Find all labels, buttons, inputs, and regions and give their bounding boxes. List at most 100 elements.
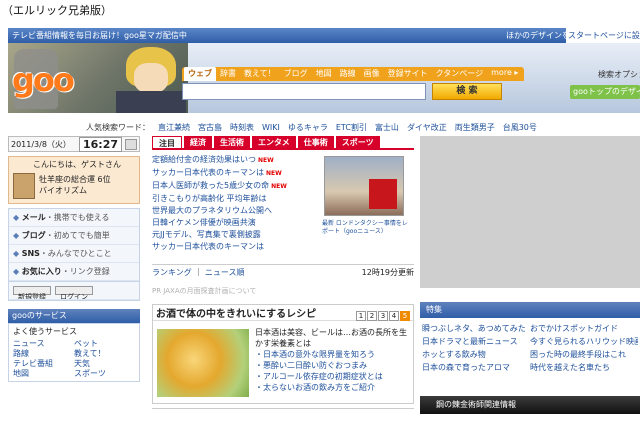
set-start-page-link[interactable]: スタートページに設定 [566,28,640,43]
popular-word[interactable]: WIKI [262,123,280,132]
popular-word[interactable]: 富士山 [375,123,399,132]
news-tab[interactable]: 経済 [184,136,212,148]
feature-header: 特集 [420,302,640,318]
favorite-service-link[interactable]: 教えて！ [74,349,135,359]
service-item[interactable]: ◆ SNS・みんなでひとこと [9,245,139,263]
service-name: メール [21,213,46,222]
news-order-link[interactable]: ニュース順 [205,268,245,277]
search-tab[interactable]: ウェブ [184,67,216,81]
news-item[interactable]: 引きこもりが高齢化 平均年齢は [152,193,320,205]
search-tab[interactable]: 路線 [336,67,360,81]
news-photo-caption[interactable]: 最新 ロンドンタクシー事情をレポート（gooニュース） [322,220,410,236]
greeting: こんにちは、ゲストさん [33,160,121,169]
feature-link[interactable]: 今すぐ見られるハリウッド映画 [530,335,638,348]
goo-logo[interactable]: goo [12,61,75,99]
recipe-link[interactable]: ・アルコール依存症の初期症状とは [255,371,413,382]
top-info-bar: テレビ番組情報を毎日お届け！goo星マガ配信中 ほかのデザインを見る gggg [8,28,640,43]
feature-link[interactable]: おでかけスポットガイド [530,322,638,335]
feature-link[interactable]: 困った時の最終手段はこれ [530,348,638,361]
recipe-lead[interactable]: 日本酒は美容、ビールは…お酒の長所を生かす栄養素とは [255,327,413,349]
news-item[interactable]: サッカー日本代表のキーマンは NEW [152,167,320,180]
favorite-service-link[interactable]: スポーツ [74,369,135,379]
search-tab[interactable]: 画像 [360,67,384,81]
news-item[interactable]: 日本人医師が救った5歳少女の命 NEW [152,180,320,193]
goo-services-header: gooのサービス [8,309,140,323]
page-number[interactable]: 2 [367,311,377,321]
news-item[interactable]: 元JJモデル、写真集で裏側披露 [152,229,320,241]
recipe-link[interactable]: ・日本酒の意外な限界量を知ろう [255,349,413,360]
news-tab[interactable]: エンタメ [252,136,296,148]
page-number[interactable]: 1 [356,311,366,321]
service-item[interactable]: ◆ メール・携帯でも使える [9,209,139,227]
service-desc: ・初めてでも簡単 [45,231,110,240]
search-tab[interactable]: more ▸ [487,67,522,81]
favorite-service-link[interactable]: ペット [74,339,135,349]
popular-word[interactable]: 台風30号 [503,123,537,132]
feature-link[interactable]: 日本ドラマと最新ニュース [422,335,530,348]
recipe-link[interactable]: ・太らないお酒の飲み方をご紹介 [255,382,413,393]
updated-time: 12時19分更新 [361,268,414,277]
favorite-service-link[interactable]: 路線 [13,349,74,359]
page-number[interactable]: 5 [400,311,410,321]
service-name: お気に入り [21,267,62,276]
news-item[interactable]: 日韓イケメン俳優が映画共演 [152,217,320,229]
service-item[interactable]: ◆ お気に入り・リンク登録 [9,263,139,281]
recipe-link[interactable]: ・悪酔い二日酔い防ぐおつまみ [255,360,413,371]
page-number[interactable]: 4 [389,311,399,321]
popular-word[interactable]: 直江兼続 [158,123,190,132]
calendar-icon[interactable] [125,138,137,150]
favorite-service-link[interactable]: 地図 [13,369,74,379]
top-news-link[interactable]: テレビ番組情報を毎日お届け！goo星マガ配信中 [12,30,506,41]
register-button[interactable]: 新規登録 [13,286,51,299]
favorite-service-link[interactable]: 天気 [74,359,135,369]
search-button[interactable]: 検 索 [432,83,502,100]
favorite-service-link[interactable]: ニュース [13,339,74,349]
popular-word[interactable]: 宮古島 [198,123,222,132]
service-desc: ・みんなでひとこと [39,249,112,258]
search-tab[interactable]: 教えて！ [240,67,280,81]
news-tab[interactable]: 生活術 [214,136,250,148]
popular-word[interactable]: ETC割引 [336,123,367,132]
popular-word[interactable]: 両生類男子 [455,123,495,132]
news-tab[interactable]: スポーツ [335,136,380,148]
feature-link[interactable]: 瞬つぶしネタ、あつめてみた [422,322,530,335]
feature-link[interactable]: 時代を越えた名車たち [530,361,638,374]
fma-info-bar[interactable]: 鋼の錬金術師関連情報 [420,396,640,414]
search-tab[interactable]: クタンページ [432,67,488,81]
popular-word[interactable]: 時刻表 [230,123,254,132]
ranking-link[interactable]: ランキング [152,268,192,277]
news-item[interactable]: サッカー日本代表のキーマンは [152,241,320,253]
news-tabs: 注目 経済 生活術 エンタメ 仕事術 スポーツ [152,136,414,150]
search-tab[interactable]: 地図 [312,67,336,81]
news-item[interactable]: 定額給付金の経済効果はいつ NEW [152,154,320,167]
feature-link[interactable]: ホッとする飲み物 [422,348,530,361]
search-tab[interactable]: ブログ [280,67,312,81]
search-tab[interactable]: 登録サイト [384,67,432,81]
popular-word[interactable]: ダイヤ改正 [407,123,447,132]
popular-word[interactable]: ゆるキャラ [288,123,328,132]
news-photo[interactable] [324,156,404,216]
ad-placeholder [420,136,640,288]
blog-icon: ◆ [13,231,22,240]
news-tab[interactable]: 仕事術 [297,136,334,148]
search-input[interactable] [182,83,426,100]
favorite-service-link[interactable]: テレビ番組 [13,359,74,369]
new-badge: NEW [266,170,282,177]
horoscope-link[interactable]: 牡羊座の総合運 6位 [39,174,111,185]
recipe-panel: お酒で体の中をきれいにするレシピ 12345 日本酒は美容、ビールは…お酒の長所… [152,304,414,404]
feature-link[interactable]: 日本の森で育ったアロマ [422,361,530,374]
news-item[interactable]: 世界最大のプラネタリウム公開へ [152,205,320,217]
recipe-title[interactable]: お酒で体の中をきれいにするレシピ [156,305,316,320]
news-tab[interactable]: 注目 [152,136,182,148]
goo-top-design-link[interactable]: gooトップのデザイン [570,85,640,99]
page-number[interactable]: 3 [378,311,388,321]
search-tab[interactable]: 辞書 [216,67,240,81]
mail-icon: ◆ [13,213,22,222]
promo-text[interactable]: PR JAXAの月面探査計画について [152,286,414,300]
service-item[interactable]: ◆ ブログ・初めてでも簡単 [9,227,139,245]
search-options-link[interactable]: 検索オプショ [598,69,640,80]
user-box: こんにちは、ゲストさん 牡羊座の総合運 6位 バイオリズム [8,156,140,204]
recipe-photo[interactable] [157,329,249,397]
biorhythm-link[interactable]: バイオリズム [39,185,111,196]
login-button[interactable]: ログイン [55,286,93,299]
